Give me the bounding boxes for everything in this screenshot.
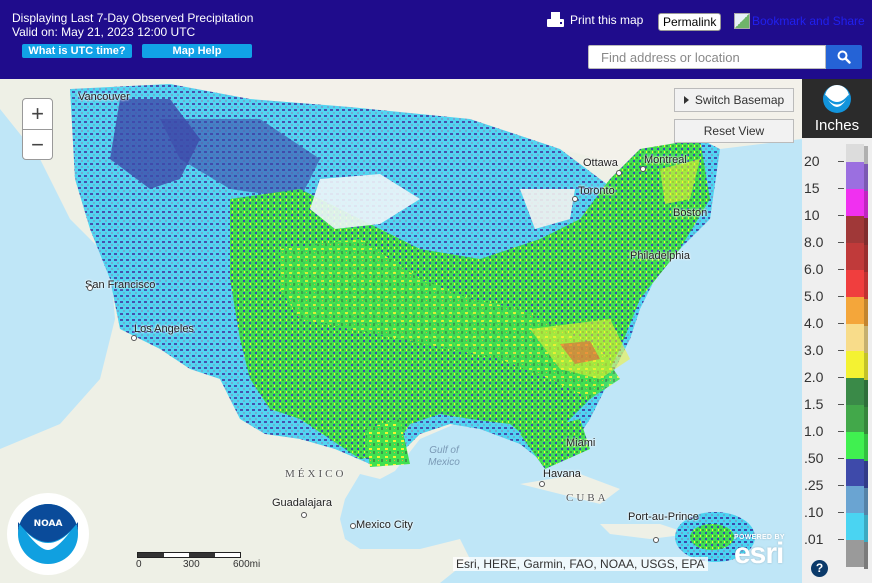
- city-label: Philadelphia: [630, 250, 690, 262]
- reset-view-button[interactable]: Reset View: [674, 119, 794, 143]
- map-canvas[interactable]: Vancouver San Francisco Los Angeles Otta…: [0, 79, 802, 583]
- city-marker: [350, 523, 356, 529]
- legend-tick-label: 1.0: [804, 423, 844, 439]
- print-map-link[interactable]: Print this map: [547, 12, 643, 28]
- legend-color-bar: [846, 144, 864, 567]
- legend-help-button[interactable]: ?: [811, 560, 828, 577]
- legend-swatch: [846, 243, 864, 270]
- city-label: Havana: [543, 468, 581, 480]
- legend-swatch: [846, 189, 864, 216]
- legend-tick-label: 15: [804, 180, 844, 196]
- scale-label: 600mi: [233, 559, 261, 570]
- search-button[interactable]: [826, 45, 862, 69]
- city-label: Vancouver: [78, 91, 130, 103]
- legend-tick-label: 2.0: [804, 369, 844, 385]
- bookmark-share-link[interactable]: Bookmark and Share: [734, 13, 872, 29]
- city-label: Guadalajara: [272, 497, 332, 509]
- water-label: Gulf of Mexico: [424, 445, 464, 469]
- legend-tick-label: .10: [804, 504, 844, 520]
- legend-swatch: [846, 513, 864, 540]
- legend-header: Inches: [802, 79, 872, 138]
- legend-swatch: [846, 486, 864, 513]
- legend-swatch: [846, 351, 864, 378]
- search-icon: [837, 50, 851, 64]
- map-title: Displaying Last 7-Day Observed Precipita…: [12, 11, 254, 25]
- scale-label: 0: [136, 559, 142, 570]
- legend-tick-label: .01: [804, 531, 844, 547]
- legend-tick-label: .25: [804, 477, 844, 493]
- legend-tick-label: 4.0: [804, 315, 844, 331]
- legend-unit: Inches: [814, 117, 860, 134]
- water-label-line: Gulf of: [429, 445, 459, 456]
- city-marker: [301, 512, 307, 518]
- legend-tick-label: 20: [804, 153, 844, 169]
- share-label: Bookmark and Share: [752, 14, 865, 28]
- city-marker: [539, 481, 545, 487]
- city-marker: [653, 537, 659, 543]
- city-label: Port-au-Prince: [628, 511, 699, 523]
- city-label: Boston: [673, 207, 708, 219]
- city-marker: [131, 335, 137, 341]
- scale-bar: 0 300 600mi: [136, 552, 260, 570]
- city-label: Ottawa: [583, 157, 618, 169]
- water-label-line: Mexico: [428, 457, 460, 468]
- caret-right-icon: [683, 96, 689, 104]
- city-marker: [572, 196, 578, 202]
- legend-swatch: [846, 324, 864, 351]
- printer-icon: [547, 12, 564, 28]
- legend-swatch: [846, 270, 864, 297]
- switch-basemap-label: Switch Basemap: [694, 93, 785, 107]
- city-label: San Francisco: [85, 279, 156, 291]
- legend-tick-label: .50: [804, 450, 844, 466]
- esri-wordmark: esri: [734, 537, 784, 570]
- search-input[interactable]: [589, 46, 825, 68]
- city-label: Mexico City: [356, 519, 413, 531]
- header: Displaying Last 7-Day Observed Precipita…: [0, 0, 872, 79]
- noaa-logo: NOAA: [7, 493, 89, 575]
- city-label: Toronto: [578, 185, 615, 197]
- legend-swatch: [846, 540, 864, 567]
- esri-logo[interactable]: POWERED BY esri: [734, 534, 796, 570]
- legend-swatch: [846, 459, 864, 486]
- legend-tick-label: 3.0: [804, 342, 844, 358]
- legend-swatch: [846, 216, 864, 243]
- city-marker: [87, 285, 93, 291]
- search-box: [588, 45, 826, 69]
- what-is-utc-button[interactable]: What is UTC time?: [22, 44, 132, 58]
- legend-swatch: [846, 378, 864, 405]
- legend-tick-label: 1.5: [804, 396, 844, 412]
- legend-swatch: [846, 144, 864, 162]
- noaa-small-logo: [823, 85, 851, 113]
- zoom-out-button[interactable]: −: [23, 129, 52, 159]
- zoom-in-button[interactable]: +: [23, 99, 52, 129]
- legend-panel: Inches 20 15 10 8.0 6.0 5.0 4.0 3.0 2.0 1.5 1.0 .50…: [802, 79, 872, 583]
- legend-tick-label: 8.0: [804, 234, 844, 250]
- scale-label: 300: [183, 559, 200, 570]
- legend-swatch: [846, 297, 864, 324]
- legend-tick-label: 5.0: [804, 288, 844, 304]
- permalink-button[interactable]: Permalink: [658, 13, 722, 31]
- noaa-text: NOAA: [34, 519, 63, 529]
- precipitation-map-app: Displaying Last 7-Day Observed Precipita…: [0, 0, 872, 583]
- legend-swatch: [846, 162, 864, 189]
- legend-swatch: [846, 405, 864, 432]
- zoom-control: + −: [22, 98, 53, 160]
- city-marker: [640, 166, 646, 172]
- switch-basemap-button[interactable]: Switch Basemap: [674, 88, 794, 112]
- legend-tick-label: 10: [804, 207, 844, 223]
- city-label: Montreal: [644, 154, 687, 166]
- legend-swatch: [846, 432, 864, 459]
- print-label: Print this map: [570, 13, 644, 27]
- map-help-button[interactable]: Map Help: [142, 44, 252, 58]
- country-label: MÉXICO: [285, 468, 347, 480]
- valid-date: Valid on: May 21, 2023 12:00 UTC: [12, 25, 196, 39]
- city-label: Los Angeles: [134, 323, 194, 335]
- legend-tick-label: 6.0: [804, 261, 844, 277]
- broken-image-icon: [734, 13, 750, 29]
- map-attribution: Esri, HERE, Garmin, FAO, NOAA, USGS, EPA: [453, 557, 708, 571]
- country-label: CUBA: [566, 492, 609, 504]
- city-label: Miami: [566, 437, 596, 449]
- city-marker: [616, 170, 622, 176]
